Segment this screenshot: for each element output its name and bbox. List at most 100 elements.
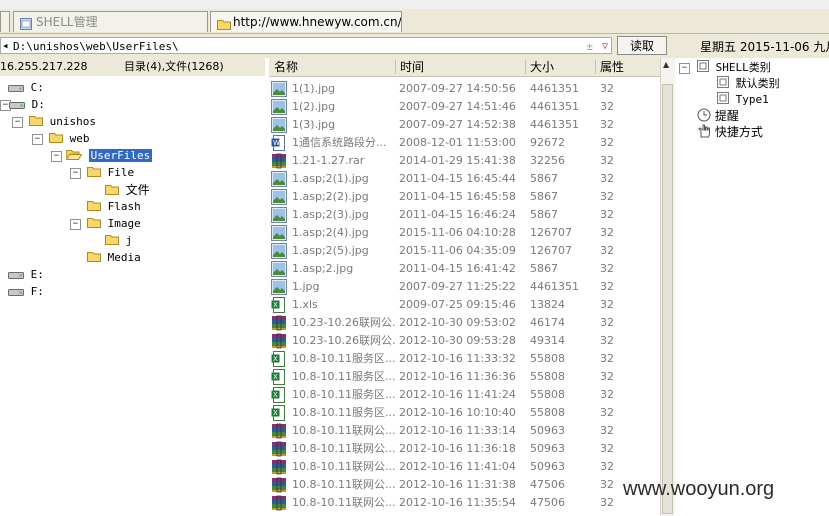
file-time: 2007-09-27 14:52:38 <box>399 118 516 131</box>
file-row[interactable]: X 10.8-10.11服务区... 2012-10-16 10:10:40 5580… <box>269 404 660 422</box>
column-header-time[interactable]: 时间 <box>400 58 424 76</box>
datetime-display: 星期五 2015-11-06 九月廿 <box>700 40 829 54</box>
column-divider[interactable] <box>525 60 526 74</box>
file-row[interactable]: 1.asp;2(5).jpg 2015-11-06 04:35:09 126707 3… <box>269 242 660 260</box>
file-name: 1.asp;2(5).jpg <box>292 244 369 257</box>
file-row[interactable]: W 1通信系统路段分... 2008-12-01 11:53:00 92672 32 <box>269 134 660 152</box>
plus-minus-icon[interactable]: ± <box>586 38 593 55</box>
file-row[interactable]: X 1.xls 2009-07-25 09:15:46 13824 32 <box>269 296 660 314</box>
file-row[interactable]: 1.asp;2(4).jpg 2015-11-06 04:10:28 126707 3… <box>269 224 660 242</box>
tree-default-category[interactable]: 默认类别 <box>717 76 780 92</box>
read-button[interactable]: 读取 <box>617 36 667 55</box>
file-row[interactable]: 10.23-10.26联网公... 2012-10-30 09:53:02 4617… <box>269 314 660 332</box>
tab-url-label: http://www.hnewyw.com.cn/Us... <box>233 15 402 29</box>
folder-label: Media <box>107 251 141 264</box>
file-time: 2012-10-30 09:53:28 <box>399 334 516 347</box>
collapse-toggle[interactable]: − <box>70 168 81 179</box>
file-name: 10.23-10.26联网公... <box>292 316 396 329</box>
file-attr: 32 <box>600 388 614 401</box>
tree-folder-web[interactable]: − web <box>32 131 152 147</box>
file-row[interactable]: 1.asp;2(2).jpg 2011-04-15 16:45:58 5867 32 <box>269 188 660 206</box>
tree-drive-f[interactable]: F: <box>8 284 44 300</box>
column-header-name[interactable]: 名称 <box>274 58 298 76</box>
tree-folder-flash[interactable]: Flash <box>87 199 141 215</box>
file-row[interactable]: X 10.8-10.11服务区... 2012-10-16 11:41:24 5580… <box>269 386 660 404</box>
tree-folder-media[interactable]: Media <box>87 250 141 266</box>
file-row[interactable]: 1.asp;2(1).jpg 2011-04-15 16:45:44 5867 32 <box>269 170 660 188</box>
tree-shortcut[interactable]: 快捷方式 <box>697 124 763 140</box>
file-attr: 32 <box>600 208 614 221</box>
file-size: 4461351 <box>530 280 579 293</box>
file-name: 10.8-10.11服务区... <box>292 352 396 365</box>
collapse-toggle[interactable]: − <box>679 63 690 74</box>
file-attr: 32 <box>600 172 614 185</box>
tab-bar: SHELL管理 http://www.hnewyw.com.cn/Us... <box>0 9 829 34</box>
collapse-toggle[interactable]: − <box>51 151 62 162</box>
file-row[interactable]: X 10.8-10.11服务区... 2012-10-16 11:33:32 5580… <box>269 350 660 368</box>
svg-text:X: X <box>273 301 278 309</box>
file-attr: 32 <box>600 82 614 95</box>
file-name: 10.8-10.11服务区... <box>292 370 396 383</box>
file-attr: 32 <box>600 100 614 113</box>
tree-reminder[interactable]: 提醒 <box>697 108 739 124</box>
vertical-scrollbar[interactable]: ▲ <box>660 58 675 516</box>
path-input[interactable]: ◂ D:\unishos\web\UserFiles\ ± ▽ <box>0 37 612 54</box>
category-label: Type1 <box>735 93 769 106</box>
tree-type1[interactable]: Type1 <box>717 92 769 108</box>
file-name: 1.xls <box>292 298 318 311</box>
file-time: 2012-10-30 09:53:02 <box>399 316 516 329</box>
file-row[interactable]: 1.jpg 2007-09-27 11:25:22 4461351 32 <box>269 278 660 296</box>
file-name: 1.21-1.27.rar <box>292 154 365 167</box>
tree-folder-userfiles[interactable]: − UserFiles <box>51 148 171 164</box>
scroll-up-icon[interactable]: ▲ <box>663 60 669 69</box>
file-row[interactable]: 1(1).jpg 2007-09-27 14:50:56 4461351 32 <box>269 80 660 98</box>
category-label: SHELL类别 <box>715 61 771 74</box>
column-divider[interactable] <box>395 60 396 74</box>
file-row[interactable]: X 10.8-10.11服务区... 2012-10-16 11:36:36 5580… <box>269 368 660 386</box>
file-name: 1.asp;2(2).jpg <box>292 190 369 203</box>
file-size: 5867 <box>530 172 558 185</box>
file-row[interactable]: 1.asp;2.jpg 2011-04-15 16:41:42 5867 32 <box>269 260 660 278</box>
scroll-thumb[interactable] <box>662 84 673 514</box>
folder-icon <box>105 235 119 245</box>
file-time: 2012-10-16 11:31:38 <box>399 478 516 491</box>
folder-icon <box>87 167 101 177</box>
file-size: 55808 <box>530 370 565 383</box>
collapse-toggle[interactable]: − <box>12 117 23 128</box>
file-row[interactable]: 1(2).jpg 2007-09-27 14:51:46 4461351 32 <box>269 98 660 116</box>
file-size: 92672 <box>530 136 565 149</box>
file-time: 2009-07-25 09:15:46 <box>399 298 516 311</box>
tree-folder-image-sub[interactable]: j <box>105 233 132 249</box>
file-attr: 32 <box>600 244 614 257</box>
file-row[interactable]: 10.23-10.26联网公... 2012-10-30 09:53:28 4931… <box>269 332 660 350</box>
file-name: 10.8-10.11联网公... <box>292 442 396 455</box>
file-time: 2012-10-16 11:33:32 <box>399 352 516 365</box>
tree-folder-unishos[interactable]: − unishos <box>12 114 132 130</box>
dropdown-arrow-icon[interactable]: ▽ <box>602 38 608 55</box>
tree-folder-file-sub[interactable]: 文件 <box>105 182 150 198</box>
column-header-attr[interactable]: 属性 <box>600 58 624 76</box>
tab-url[interactable]: http://www.hnewyw.com.cn/Us... <box>210 11 402 32</box>
file-row[interactable]: 10.8-10.11联网公... 2012-10-16 11:33:14 50963… <box>269 422 660 440</box>
tab-partial[interactable] <box>0 11 10 32</box>
tree-folder-file[interactable]: − File <box>70 165 190 181</box>
column-divider[interactable] <box>595 60 596 74</box>
file-row[interactable]: 1.21-1.27.rar 2014-01-29 15:41:38 32256 32 <box>269 152 660 170</box>
file-size: 47506 <box>530 496 565 509</box>
tab-shell-manager[interactable]: SHELL管理 <box>13 11 208 32</box>
file-row[interactable]: 1(3).jpg 2007-09-27 14:52:38 4461351 32 <box>269 116 660 134</box>
file-row[interactable]: 10.8-10.11联网公... 2012-10-16 11:31:38 47506… <box>269 476 660 494</box>
file-row[interactable]: 1.asp;2(3).jpg 2011-04-15 16:46:24 5867 32 <box>269 206 660 224</box>
file-row[interactable]: 10.8-10.11联网公... 2012-10-16 11:35:54 47506… <box>269 494 660 512</box>
file-size: 5867 <box>530 208 558 221</box>
file-row[interactable]: 10.8-10.11联网公... 2012-10-16 11:36:18 50963… <box>269 440 660 458</box>
tree-drive-c[interactable]: C: <box>8 80 44 96</box>
category-label: 默认类别 <box>735 77 780 90</box>
tree-folder-image[interactable]: − Image <box>70 216 190 232</box>
file-attr: 32 <box>600 460 614 473</box>
collapse-toggle[interactable]: − <box>70 219 81 230</box>
tree-drive-e[interactable]: E: <box>8 267 44 283</box>
file-row[interactable]: 10.8-10.11联网公... 2012-10-16 11:41:04 50963… <box>269 458 660 476</box>
collapse-toggle[interactable]: − <box>32 134 43 145</box>
column-header-size[interactable]: 大小 <box>530 58 554 76</box>
